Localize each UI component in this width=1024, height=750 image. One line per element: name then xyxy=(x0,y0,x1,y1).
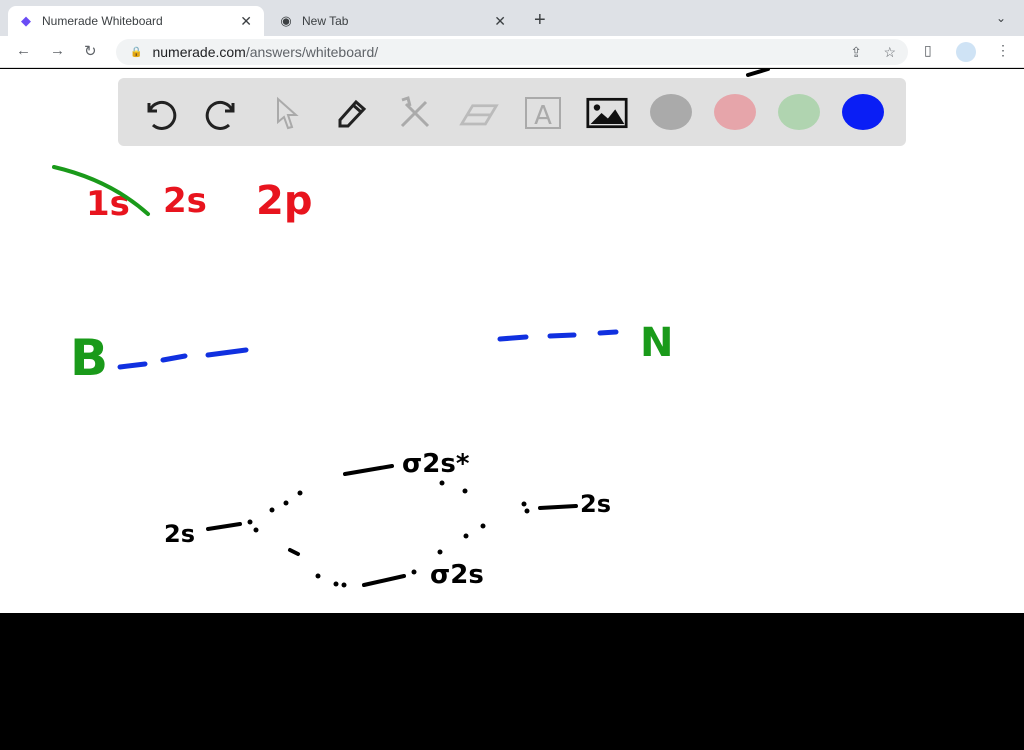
mo-sigma-star xyxy=(343,464,394,476)
sidebar-icon[interactable]: ▯ xyxy=(924,42,932,59)
color-gray-swatch[interactable] xyxy=(650,94,692,130)
tab-title: Numerade Whiteboard xyxy=(42,14,163,28)
avatar[interactable] xyxy=(956,42,976,62)
url-host: numerade.com xyxy=(152,44,246,60)
star-icon[interactable]: ☆ xyxy=(883,44,896,61)
correlation-dots xyxy=(247,480,530,588)
tab-title: New Tab xyxy=(302,14,349,28)
text-button[interactable]: A xyxy=(522,92,564,134)
back-icon[interactable]: ← xyxy=(16,42,31,59)
orbital-2s: 2s xyxy=(163,181,207,221)
b-2p-orbitals xyxy=(117,347,249,370)
numerade-logo-icon: ◆ xyxy=(21,13,31,28)
image-icon xyxy=(586,97,628,129)
tab-new-tab[interactable]: ◉ New Tab ✕ xyxy=(268,6,518,36)
pen-button[interactable] xyxy=(330,92,372,134)
tab-bar: ◆ Numerade Whiteboard ✕ ◉ New Tab ✕ + ⌄ xyxy=(0,0,1024,36)
label-sigma-star: σ2s* xyxy=(402,449,470,479)
tools-button[interactable] xyxy=(394,92,436,134)
eraser-icon xyxy=(459,104,499,126)
color-green-swatch[interactable] xyxy=(778,94,820,130)
n-2p-orbitals xyxy=(497,329,619,342)
close-tab-icon[interactable]: ✕ xyxy=(494,13,506,30)
ink-stroke xyxy=(746,69,770,77)
tab-numerade-whiteboard[interactable]: ◆ Numerade Whiteboard ✕ xyxy=(8,6,264,36)
ink-stroke xyxy=(288,548,300,556)
svg-text:A: A xyxy=(534,101,552,131)
ao-2s-left xyxy=(206,522,242,531)
whiteboard-toolbar: A xyxy=(118,78,906,146)
redo-button[interactable] xyxy=(202,92,244,134)
url-input[interactable]: 🔒 numerade.com/answers/whiteboard/ ⇪ ☆ xyxy=(116,39,908,65)
pointer-icon xyxy=(277,96,299,130)
pen-icon xyxy=(338,99,367,128)
text-icon: A xyxy=(525,97,561,131)
menu-icon[interactable]: ⋮ xyxy=(996,42,1010,59)
reload-icon[interactable]: ↻ xyxy=(84,42,97,60)
atom-b: B xyxy=(70,329,108,387)
image-button[interactable] xyxy=(586,92,628,134)
share-icon[interactable]: ⇪ xyxy=(850,44,862,61)
url-path: /answers/whiteboard/ xyxy=(245,44,379,60)
color-blue-swatch[interactable] xyxy=(842,94,884,130)
undo-icon xyxy=(147,100,177,130)
label-sigma: σ2s xyxy=(430,560,484,590)
undo-button[interactable] xyxy=(138,92,180,134)
close-tab-icon[interactable]: ✕ xyxy=(240,13,252,30)
atom-n: N xyxy=(640,320,673,366)
orbital-1s: 1s xyxy=(86,184,130,224)
color-pink-swatch[interactable] xyxy=(714,94,756,130)
lock-icon: 🔒 xyxy=(130,46,143,58)
ao-2s-right xyxy=(538,504,578,510)
chevron-down-icon[interactable]: ⌄ xyxy=(996,11,1006,25)
mo-sigma xyxy=(362,574,406,587)
new-tab-button[interactable]: + xyxy=(534,9,546,32)
whiteboard-drawing: 1s 2s 2p B N 2s 2s σ2s* σ2s xyxy=(52,69,770,590)
pointer-button[interactable] xyxy=(266,92,308,134)
tools-icon xyxy=(400,96,430,128)
chrome-icon: ◉ xyxy=(280,13,292,28)
label-2s-right: 2s xyxy=(580,490,611,518)
redo-icon xyxy=(205,100,235,130)
eraser-button[interactable] xyxy=(458,92,500,134)
label-2s-left: 2s xyxy=(164,520,195,548)
forward-icon[interactable]: → xyxy=(50,42,65,59)
address-bar: ← → ↻ 🔒 numerade.com/answers/whiteboard/… xyxy=(0,36,1024,68)
orbital-2p: 2p xyxy=(256,178,312,224)
